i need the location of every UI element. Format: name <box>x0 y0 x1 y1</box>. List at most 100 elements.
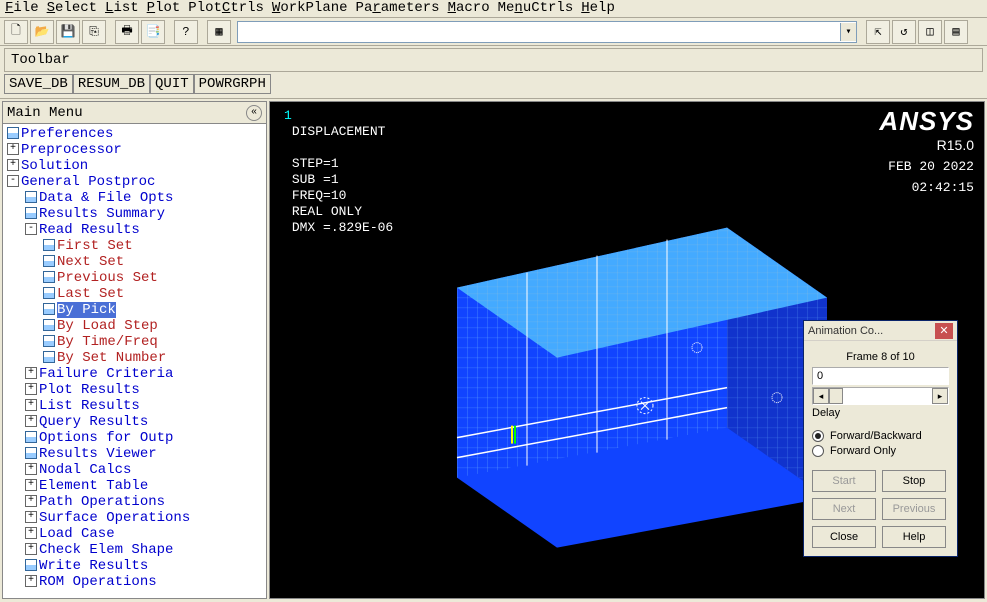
menu-select[interactable]: Select <box>45 0 99 17</box>
radio-forward-only[interactable]: Forward Only <box>812 445 949 457</box>
menu-plot[interactable]: Plot <box>145 0 183 17</box>
tree-item[interactable]: +Path Operations <box>3 494 266 510</box>
expand-icon[interactable]: + <box>25 511 37 523</box>
tree-item[interactable]: Previous Set <box>3 270 266 286</box>
help-button[interactable]: Help <box>882 526 946 548</box>
menu-help[interactable]: Help <box>579 0 617 17</box>
leaf-icon[interactable] <box>43 239 55 251</box>
tree-item[interactable]: By Set Number <box>3 350 266 366</box>
copy-icon[interactable]: ⎘ <box>82 20 106 44</box>
menu-workplane[interactable]: WorkPlane <box>270 0 350 17</box>
tree-item[interactable]: Data & File Opts <box>3 190 266 206</box>
tree-item[interactable]: +Nodal Calcs <box>3 462 266 478</box>
collapse-icon[interactable]: - <box>7 175 19 187</box>
tree-item[interactable]: +Solution <box>3 158 266 174</box>
leaf-icon[interactable] <box>43 271 55 283</box>
radio-forward-backward[interactable]: Forward/Backward <box>812 430 949 442</box>
tree-item[interactable]: Last Set <box>3 286 266 302</box>
expand-icon[interactable]: + <box>25 575 37 587</box>
tree-item[interactable]: By Load Step <box>3 318 266 334</box>
tree-item[interactable]: +Preprocessor <box>3 142 266 158</box>
expand-icon[interactable]: + <box>7 143 19 155</box>
command-dropdown[interactable]: ▾ <box>237 21 857 43</box>
slider-left-icon[interactable]: ◂ <box>813 388 829 404</box>
close-button[interactable]: Close <box>812 526 876 548</box>
expand-icon[interactable]: + <box>25 383 37 395</box>
menu-file[interactable]: FFileile <box>3 0 41 17</box>
expand-icon[interactable]: + <box>25 367 37 379</box>
leaf-icon[interactable] <box>43 287 55 299</box>
tree-item[interactable]: -Read Results <box>3 222 266 238</box>
menu-list[interactable]: List <box>103 0 141 17</box>
leaf-icon[interactable] <box>43 335 55 347</box>
contact-icon[interactable]: ◫ <box>918 20 942 44</box>
tree-item[interactable]: By Pick <box>3 302 266 318</box>
tree-item[interactable]: +Query Results <box>3 414 266 430</box>
start-button[interactable]: Start <box>812 470 876 492</box>
leaf-icon[interactable] <box>25 559 37 571</box>
dialog-titlebar[interactable]: Animation Co... ✕ <box>804 321 957 341</box>
reset-icon[interactable]: ↺ <box>892 20 916 44</box>
tree-item[interactable]: +ROM Operations <box>3 574 266 590</box>
next-button[interactable]: Next <box>812 498 876 520</box>
expand-icon[interactable]: + <box>25 495 37 507</box>
tree-item[interactable]: Options for Outp <box>3 430 266 446</box>
tree-item[interactable]: +Load Case <box>3 526 266 542</box>
menu-plotctrls[interactable]: PlotCtrls <box>186 0 266 17</box>
collapse-icon[interactable]: - <box>25 223 37 235</box>
tree-item[interactable]: +Element Table <box>3 478 266 494</box>
expand-icon[interactable]: + <box>25 399 37 411</box>
powrgrph-button[interactable]: POWRGRPH <box>194 74 271 94</box>
tree-item[interactable]: Preferences <box>3 126 266 142</box>
leaf-icon[interactable] <box>43 351 55 363</box>
delay-slider[interactable]: ◂ ▸ <box>812 387 949 405</box>
print-icon[interactable]: 🖶 <box>115 20 139 44</box>
save-db-button[interactable]: SAVE_DB <box>4 74 73 94</box>
tree-item[interactable]: +Plot Results <box>3 382 266 398</box>
tree-item[interactable]: Results Summary <box>3 206 266 222</box>
tree-item[interactable]: Write Results <box>3 558 266 574</box>
expand-icon[interactable]: + <box>25 479 37 491</box>
tree-item[interactable]: +Failure Criteria <box>3 366 266 382</box>
slider-right-icon[interactable]: ▸ <box>932 388 948 404</box>
leaf-icon[interactable] <box>43 255 55 267</box>
chevron-down-icon[interactable]: ▾ <box>840 23 856 41</box>
save-icon[interactable]: 💾 <box>56 20 80 44</box>
leaf-icon[interactable] <box>25 191 37 203</box>
leaf-icon[interactable] <box>25 207 37 219</box>
menu-macro[interactable]: Macro <box>446 0 492 17</box>
new-icon[interactable]: 🗋 <box>4 20 28 44</box>
leaf-icon[interactable] <box>7 127 19 139</box>
leaf-icon[interactable] <box>43 303 55 315</box>
slider-thumb[interactable] <box>829 388 843 404</box>
tree-item[interactable]: -General Postproc <box>3 174 266 190</box>
tree-item[interactable]: By Time/Freq <box>3 334 266 350</box>
raise-icon[interactable]: ⇱ <box>866 20 890 44</box>
collapse-icon[interactable]: « <box>246 105 262 121</box>
expand-icon[interactable]: + <box>7 159 19 171</box>
expand-icon[interactable]: + <box>25 463 37 475</box>
tree-item[interactable]: +Check Elem Shape <box>3 542 266 558</box>
expand-icon[interactable]: + <box>25 527 37 539</box>
leaf-icon[interactable] <box>43 319 55 331</box>
expand-icon[interactable]: + <box>25 543 37 555</box>
stop-button[interactable]: Stop <box>882 470 946 492</box>
open-icon[interactable]: 📂 <box>30 20 54 44</box>
report-icon[interactable]: 📑 <box>141 20 165 44</box>
resum-db-button[interactable]: RESUM_DB <box>73 74 150 94</box>
tree-item[interactable]: Results Viewer <box>3 446 266 462</box>
tree-item[interactable]: +Surface Operations <box>3 510 266 526</box>
layers-icon[interactable]: ▤ <box>944 20 968 44</box>
close-icon[interactable]: ✕ <box>935 323 953 339</box>
tree-item[interactable]: Next Set <box>3 254 266 270</box>
tree-item[interactable]: +List Results <box>3 398 266 414</box>
menu-menuctrls[interactable]: MenuCtrls <box>496 0 576 17</box>
previous-button[interactable]: Previous <box>882 498 946 520</box>
menu-parameters[interactable]: Parameters <box>354 0 442 17</box>
main-menu-tree[interactable]: Preferences+Preprocessor+Solution-Genera… <box>3 124 266 598</box>
tree-item[interactable]: First Set <box>3 238 266 254</box>
leaf-icon[interactable] <box>25 431 37 443</box>
leaf-icon[interactable] <box>25 447 37 459</box>
grid-icon[interactable]: ▦ <box>207 20 231 44</box>
expand-icon[interactable]: + <box>25 415 37 427</box>
